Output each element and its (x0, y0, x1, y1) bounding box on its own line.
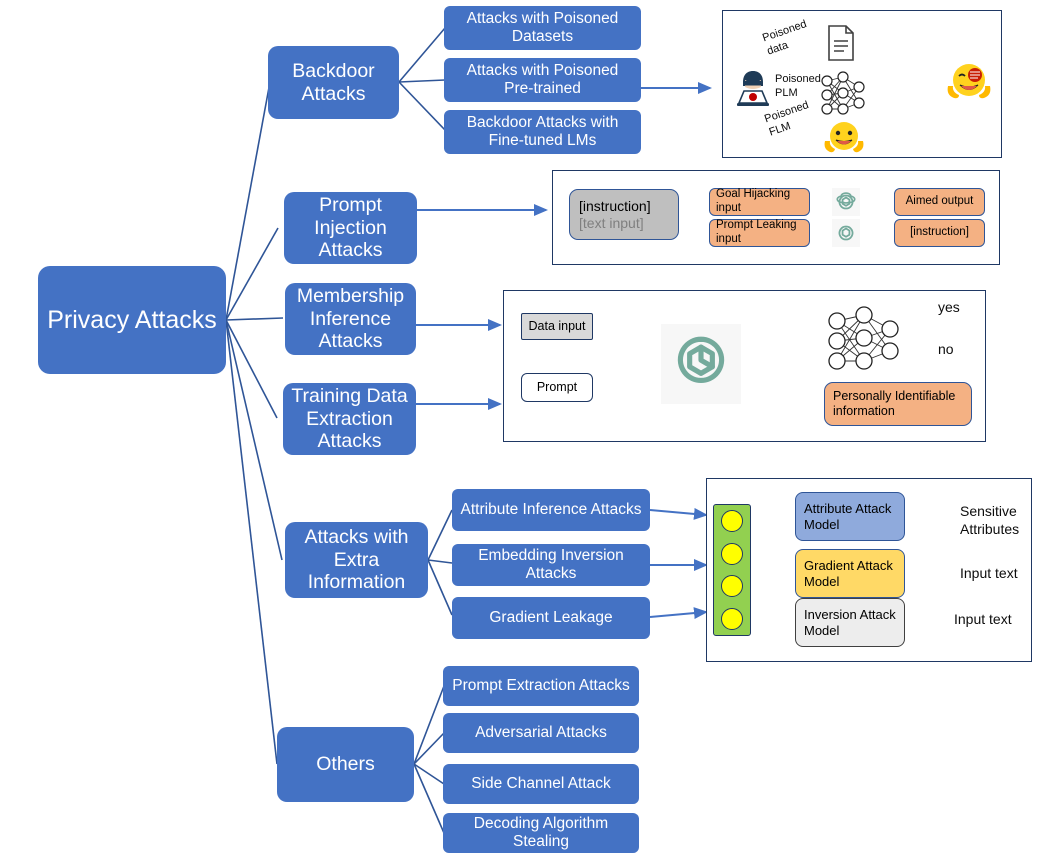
classifier-output-yes: yes (938, 299, 960, 315)
output-input-text-gradient: Input text (960, 565, 1018, 581)
leaf-node-adversarial-attacks[interactable]: Adversarial Attacks (443, 713, 639, 753)
leaf-label: Attribute Inference Attacks (460, 501, 642, 519)
attribute-attack-model-box: Attribute Attack Model (795, 492, 905, 541)
neural-network-icon-classifier (824, 305, 902, 377)
branch-label: Others (316, 753, 375, 776)
openai-logo-icon (832, 188, 860, 216)
injection-input-line-2: [text input] (579, 214, 644, 231)
traffic-light-icon (713, 504, 751, 636)
leaf-node-poisoned-datasets[interactable]: Attacks with Poisoned Datasets (444, 6, 641, 50)
edge-label-poisoned-data: Poisoned data (761, 18, 809, 58)
root-node-privacy-attacks[interactable]: Privacy Attacks (38, 266, 226, 374)
huggingface-infected-icon (945, 61, 993, 105)
branch-node-training-data-extraction-attacks[interactable]: Training Data Extraction Attacks (283, 383, 416, 455)
hacker-icon (735, 67, 771, 107)
branch-node-others[interactable]: Others (277, 727, 414, 802)
output-input-text-inversion: Input text (954, 611, 1012, 627)
panel-prompt-injection-illustration: [instruction] [text input] Goal Hijackin… (552, 170, 1000, 265)
openai-logo-icon-large (661, 324, 741, 404)
aimed-output-box: Aimed output (894, 188, 985, 216)
goal-hijacking-box: Goal Hijacking input (709, 188, 810, 216)
panel-membership-extraction-illustration: Data input Prompt yes no Personally Iden… (503, 290, 986, 442)
output-sensitive-attributes: Sensitive Attributes (960, 503, 1020, 537)
leaf-label: Decoding Algorithm Stealing (473, 815, 609, 850)
gradient-attack-model-box: Gradient Attack Model (795, 549, 905, 598)
prompt-leaking-box: Prompt Leaking input (709, 219, 810, 247)
panel-backdoor-illustration: Poisoned data Poisoned PLM Poisoned FLM (722, 10, 1002, 158)
leaf-label: Adversarial Attacks (475, 724, 607, 742)
branch-node-prompt-injection-attacks[interactable]: Prompt Injection Attacks (284, 192, 417, 264)
branch-node-backdoor-attacks[interactable]: Backdoor Attacks (268, 46, 399, 119)
leaf-node-gradient-leakage[interactable]: Gradient Leakage (452, 597, 650, 639)
edge-label-poisoned-plm: Poisoned PLM (775, 73, 821, 99)
branch-node-attacks-with-extra-information[interactable]: Attacks with Extra Information (285, 522, 428, 598)
diagram-canvas: Privacy Attacks Backdoor Attacks Attacks… (0, 0, 1044, 860)
inversion-attack-model-box: Inversion Attack Model (795, 598, 905, 647)
traffic-light-dot (721, 575, 743, 598)
classifier-output-no: no (938, 341, 954, 357)
traffic-light-dot (721, 510, 743, 533)
leaf-node-side-channel-attack[interactable]: Side Channel Attack (443, 764, 639, 804)
leaf-node-embedding-inversion-attacks[interactable]: Embedding Inversion Attacks (452, 544, 650, 586)
branch-label: Membership Inference Attacks (296, 285, 405, 353)
prompt-input-box: Prompt (521, 373, 593, 402)
branch-label: Prompt Injection Attacks (314, 194, 387, 262)
leaf-node-attribute-inference-attacks[interactable]: Attribute Inference Attacks (452, 489, 650, 531)
leaf-node-decoding-algorithm-stealing[interactable]: Decoding Algorithm Stealing (443, 813, 639, 853)
instruction-output-box: [instruction] (894, 219, 985, 247)
document-icon (826, 24, 856, 62)
leaf-label: Backdoor Attacks with Fine-tuned LMs (466, 114, 619, 149)
branch-label: Attacks with Extra Information (304, 526, 409, 594)
data-input-box: Data input (521, 313, 593, 340)
branch-node-membership-inference-attacks[interactable]: Membership Inference Attacks (285, 283, 416, 355)
leaf-label: Attacks with Poisoned Pre-trained (466, 62, 619, 97)
leaf-node-finetuned-lms[interactable]: Backdoor Attacks with Fine-tuned LMs (444, 110, 641, 154)
leaf-label: Gradient Leakage (489, 609, 613, 627)
root-node-label: Privacy Attacks (47, 305, 217, 334)
traffic-light-dot (721, 542, 743, 565)
leaf-label: Embedding Inversion Attacks (478, 547, 624, 582)
leaf-label: Attacks with Poisoned Datasets (466, 10, 619, 45)
huggingface-icon (823, 119, 865, 157)
leaf-label: Prompt Extraction Attacks (452, 677, 630, 695)
leaf-node-poisoned-pretrained[interactable]: Attacks with Poisoned Pre-trained (444, 58, 641, 102)
neural-network-icon (819, 71, 867, 119)
traffic-light-dot (721, 607, 743, 630)
openai-logo-icon-2 (832, 219, 860, 247)
pii-output-box: Personally Identifiable information (824, 382, 972, 426)
branch-label: Training Data Extraction Attacks (291, 385, 408, 453)
injection-input-box: [instruction] [text input] (569, 189, 679, 240)
leaf-label: Side Channel Attack (471, 775, 611, 793)
leaf-node-prompt-extraction-attacks[interactable]: Prompt Extraction Attacks (443, 666, 639, 706)
injection-input-line-1: [instruction] (579, 197, 651, 214)
panel-extra-information-illustration: Attribute Attack Model Gradient Attack M… (706, 478, 1032, 662)
branch-label: Backdoor Attacks (292, 60, 375, 105)
